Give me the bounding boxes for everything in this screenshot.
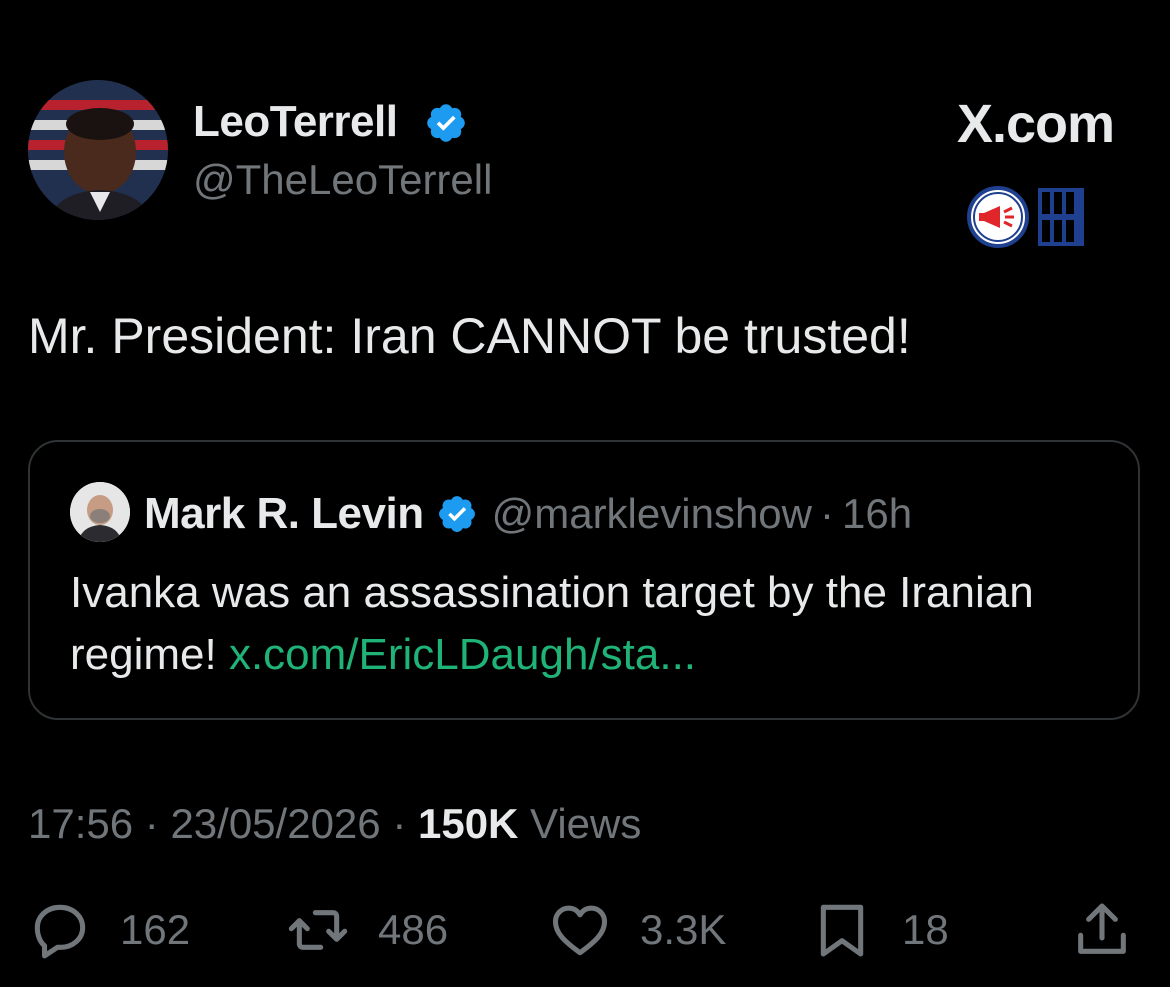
quote-portrait-image <box>70 482 130 542</box>
views-count[interactable]: 150K <box>418 800 518 847</box>
quote-timestamp[interactable]: 16h <box>842 490 912 538</box>
quote-header: Mark R. Levin @marklevinshow · 16h <box>144 486 912 542</box>
bookmark-icon <box>820 904 864 957</box>
views-label[interactable]: Views <box>518 800 641 847</box>
reply-button[interactable]: 162 <box>28 890 190 970</box>
quote-link[interactable]: x.com/EricLDaugh/sta... <box>229 630 696 679</box>
tweet-date[interactable]: 23/05/2026 <box>170 800 380 847</box>
repost-count: 486 <box>378 906 449 953</box>
author-handle[interactable]: @TheLeoTerrell <box>193 156 492 204</box>
like-button[interactable]: 3.3K <box>548 890 726 970</box>
repost-icon <box>288 910 348 950</box>
heart-icon <box>552 905 608 956</box>
repost-button[interactable]: 486 <box>286 890 448 970</box>
like-count: 3.3K <box>640 906 727 953</box>
site-brand: X.com <box>956 94 1115 154</box>
verified-badge-icon <box>438 496 475 532</box>
quote-separator: · <box>820 490 834 537</box>
reply-count: 162 <box>120 906 191 953</box>
tweet-text: Mr. President: Iran CANNOT be trusted! <box>28 308 911 364</box>
action-bar: 162 486 3.3K 18 <box>0 890 1170 970</box>
bookmark-button[interactable]: 18 <box>810 890 949 970</box>
megaphone-clock-logo-icon <box>967 186 1084 248</box>
share-button[interactable] <box>1070 890 1134 970</box>
quoted-tweet-card[interactable]: Mark R. Levin @marklevinshow · 16h Ivank… <box>28 440 1140 720</box>
portrait-avatar-image <box>28 80 168 220</box>
author-avatar[interactable] <box>28 80 168 220</box>
quote-text: Ivanka was an assassination target by th… <box>70 562 1110 686</box>
author-name[interactable]: LeoTerrell <box>193 98 398 146</box>
quote-author-name[interactable]: Mark R. Levin <box>144 489 424 539</box>
verified-badge-icon <box>427 104 465 142</box>
tweet-meta: 17:56 · 23/05/2026 · 150K Views <box>28 800 641 848</box>
reply-icon <box>34 904 86 959</box>
meta-separator: · <box>133 800 171 847</box>
bookmark-count: 18 <box>902 906 949 953</box>
quote-author-avatar[interactable] <box>70 482 130 542</box>
share-icon <box>1078 903 1126 954</box>
meta-separator: · <box>380 800 418 847</box>
tweet-time[interactable]: 17:56 <box>28 800 133 847</box>
quote-author-handle[interactable]: @marklevinshow <box>492 490 812 538</box>
